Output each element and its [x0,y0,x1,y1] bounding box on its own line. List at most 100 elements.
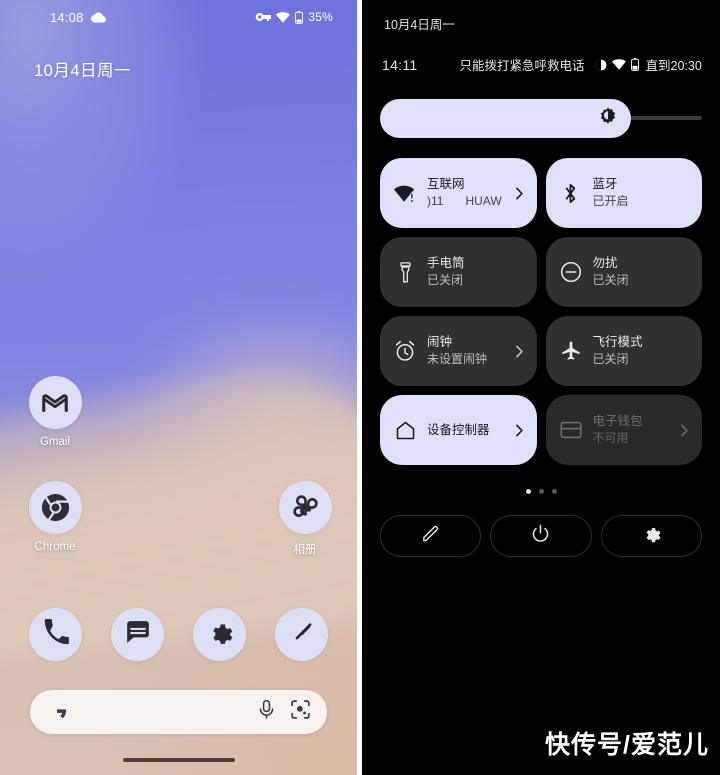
tile-wallet-texts: 电子钱包 不可用 [593,413,668,446]
gear-icon [642,524,661,548]
tile-alarm-title: 闹钟 [427,335,453,350]
app-label-photos: 相册 [293,544,317,556]
tile-internet[interactable]: 互联网 )11 HUAWE [380,158,537,228]
tile-bluetooth-title: 蓝牙 [592,177,618,192]
gmail-icon [28,376,82,429]
tile-dnd-texts: 勿扰 已关闭 [593,255,692,288]
tile-bluetooth-subtitle: 已开启 [592,194,629,209]
tile-do-not-disturb[interactable]: 勿扰 已关闭 [545,237,702,307]
app-icon-chrome[interactable]: Chrome [19,481,91,553]
gesture-navigation-bar[interactable] [122,758,235,762]
dnd-until-text: 直到20:30 [645,59,702,73]
battery-icon [630,58,639,71]
settings-icon [207,619,233,650]
airplane-icon [560,340,582,362]
alarm-icon [394,340,416,362]
wifi-icon [611,59,626,70]
chevron-right-icon[interactable] [513,186,526,200]
battery-icon [295,10,304,24]
app-icon-photos[interactable]: 相册 [269,481,341,557]
quick-settings-date: 10月4日周一 [384,18,455,32]
tile-internet-subtitle-part1: )11 [427,194,444,209]
tile-device-controls-title: 设备控制器 [427,422,490,437]
tile-internet-subtitle: )11 HUAWE [427,193,502,209]
pencil-icon [421,524,440,548]
carrier-status-text: 只能拨打紧急呼救电话 [459,59,585,73]
watermark-text: 快传号/爱范儿 [545,731,709,759]
tile-flashlight[interactable]: 手电筒 已关闭 [380,237,537,307]
status-bar-left: 14:08 [50,10,106,25]
open-settings-button[interactable] [600,515,702,557]
tile-flashlight-texts: 手电筒 已关闭 [427,255,526,288]
flashlight-icon [394,261,416,283]
dock-item-messages[interactable] [111,608,164,661]
quick-settings-clock: 14:11 [382,56,418,73]
app-icon-gmail[interactable]: Gmail [19,376,91,448]
tile-wallet-title: 电子钱包 [592,414,643,429]
google-lens-icon[interactable] [291,700,310,724]
vpn-key-icon [255,12,272,22]
dock-item-clock[interactable] [275,608,328,661]
tile-airplane-texts: 飞行模式 已关闭 [593,334,692,367]
status-bar-clock: 14:08 [50,9,84,25]
do-not-disturb-icon [560,261,582,283]
tile-internet-title: 互联网 [427,177,465,192]
chevron-right-icon[interactable] [513,344,526,358]
dnd-icon [595,59,607,71]
tile-dnd-subtitle: 已关闭 [592,273,629,288]
clock-icon [289,619,315,650]
tile-internet-subtitle-part2: HUAWE [465,194,502,209]
quick-settings-panel: 10月4日周一 14:11 只能拨打紧急呼救电话 直到20:30 互联网)11… [362,0,720,775]
tile-bluetooth-texts: 蓝牙 已开启 [593,176,692,209]
page-dot-2[interactable] [538,489,544,494]
dock-item-phone[interactable] [29,608,82,661]
page-dot-3[interactable] [551,489,557,494]
tile-device-controls-texts: 设备控制器 [427,422,502,439]
app-label-chrome: Chrome [34,541,76,553]
tile-airplane-title: 飞行模式 [592,335,643,350]
search-actions [258,699,310,724]
home-status-bar: 14:08 35% [0,0,357,34]
page-indicator [362,489,720,494]
brightness-slider[interactable] [380,99,702,138]
google-photos-icon [278,481,332,534]
chevron-right-icon[interactable] [678,423,691,437]
status-bar-right: 35% [255,10,333,24]
status-icon-group [595,58,639,71]
brightness-fill[interactable] [380,99,632,138]
chrome-icon [28,481,82,534]
power-button[interactable] [490,515,592,557]
tile-bluetooth[interactable]: 蓝牙 已开启 [545,158,702,228]
home-device-icon [394,420,416,441]
app-label-gmail: Gmail [39,436,71,448]
quick-settings-tiles: 互联网 )11 HUAWE 蓝牙 已开 [380,158,702,465]
battery-percentage: 35% [308,10,333,24]
tile-dnd-title: 勿扰 [592,256,618,271]
tile-alarm[interactable]: 闹钟 未设置闹钟 [380,316,537,386]
microphone-icon[interactable] [258,699,275,724]
edit-tiles-button[interactable] [380,515,482,557]
page-dot-1[interactable] [525,489,531,494]
tile-airplane-mode[interactable]: 飞行模式 已关闭 [545,316,702,386]
messages-icon [125,619,151,650]
tile-internet-texts: 互联网 )11 HUAWE [427,176,502,209]
wifi-icon [276,11,291,23]
phone-icon [43,619,69,650]
wifi-alert-icon [394,184,416,203]
google-search-bar[interactable] [30,690,327,734]
tile-device-controls[interactable]: 设备控制器 [380,395,537,465]
tile-airplane-subtitle: 已关闭 [592,352,629,367]
bluetooth-icon [560,183,582,204]
home-screen-panel: 14:08 35% 10月4日周一 Gmail Chrome 相册 [0,0,357,775]
dock-item-settings[interactable] [193,608,246,661]
chevron-right-icon[interactable] [513,423,526,437]
power-icon [531,524,550,548]
cloud-icon [90,12,106,23]
home-date-widget[interactable]: 10月4日周一 [34,57,131,81]
home-dock [0,608,357,661]
screenshot-root: 14:08 35% 10月4日周一 Gmail Chrome 相册 10月4日周… [0,0,720,775]
tile-alarm-texts: 闹钟 未设置闹钟 [427,334,502,367]
tile-wallet[interactable]: 电子钱包 不可用 [545,395,702,465]
wallet-icon [559,421,582,439]
brightness-icon [599,107,617,130]
